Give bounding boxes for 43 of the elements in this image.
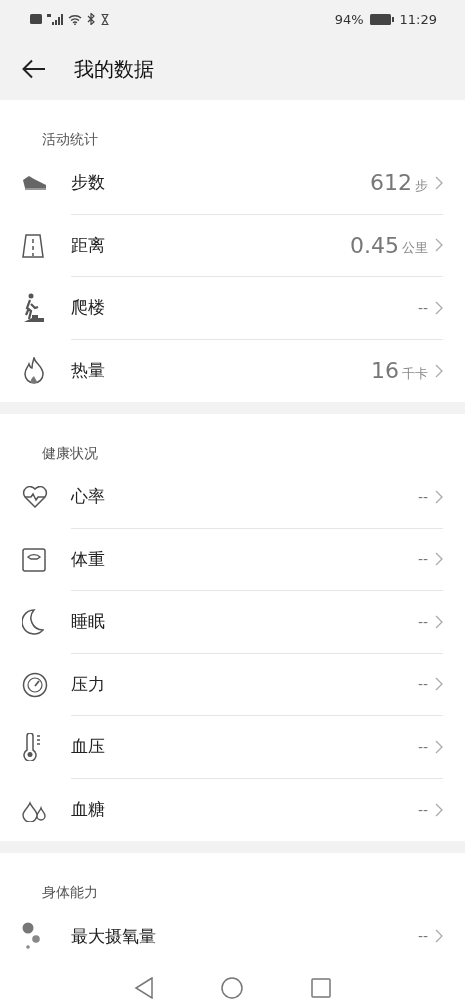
chevron-icon	[435, 929, 443, 944]
page-title: 我的数据	[74, 55, 154, 83]
back-button[interactable]	[20, 57, 48, 81]
chevron-icon	[435, 677, 443, 692]
flame-icon	[22, 356, 46, 385]
wifi-icon	[68, 13, 82, 25]
data-row[interactable]: 睡眠 --	[71, 591, 443, 654]
chevron-icon	[435, 363, 443, 378]
thermometer-icon	[22, 733, 42, 762]
chevron-icon	[435, 175, 443, 190]
data-row[interactable]: 血压 --	[71, 716, 443, 779]
chevron-icon	[435, 802, 443, 817]
data-row[interactable]: 距离 0.45 公里	[71, 214, 443, 277]
chevron-icon	[435, 300, 443, 315]
chevron-icon	[435, 739, 443, 754]
section-title: 健康状况	[41, 446, 98, 460]
battery-icon	[369, 13, 394, 25]
road-icon	[22, 233, 44, 258]
stair-climber-icon	[22, 293, 44, 324]
clock-time: 11:29	[399, 11, 437, 27]
gauge-icon	[22, 671, 48, 698]
data-row[interactable]: 体重 --	[71, 528, 443, 591]
section-title: 身体能力	[41, 885, 98, 899]
chevron-icon	[435, 614, 443, 629]
scale-icon	[22, 547, 46, 572]
chevron-icon	[435, 238, 443, 253]
chevron-icon	[435, 552, 443, 567]
signal-icon	[47, 13, 63, 25]
data-row[interactable]: 爬楼 --	[71, 277, 443, 340]
chevron-icon	[435, 489, 443, 504]
moon-icon	[22, 609, 44, 636]
section-title: 活动统计	[41, 132, 98, 146]
data-row[interactable]: 热量 16 千卡	[71, 339, 443, 402]
heart-pulse-icon	[22, 486, 48, 509]
dots-icon	[22, 922, 42, 951]
bluetooth-icon	[87, 13, 96, 25]
hourglass-icon	[101, 13, 109, 25]
data-row[interactable]: 心率 --	[71, 466, 443, 529]
battery-percent: 94%	[334, 11, 364, 27]
data-row[interactable]: 压力 --	[71, 653, 443, 716]
data-row[interactable]: 最大摄氧量 --	[71, 905, 443, 968]
data-row[interactable]: 血糖 --	[71, 778, 443, 841]
data-row[interactable]: 步数 612 步	[71, 152, 443, 215]
